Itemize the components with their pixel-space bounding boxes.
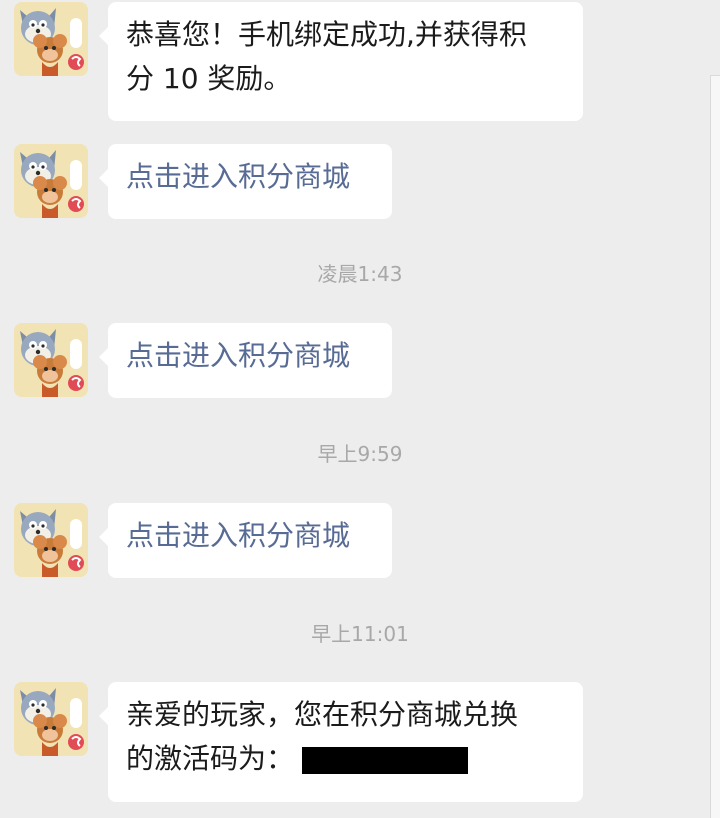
message-text: 亲爱的玩家，您在积分商城兑换	[126, 698, 519, 731]
redacted-activation-code	[302, 746, 469, 774]
message-line-with-code: 的激活码为：	[126, 737, 565, 781]
message-text: 分 10 奖励。	[126, 62, 292, 95]
avatar-icon[interactable]	[14, 144, 88, 218]
timestamp: 凌晨1:43	[317, 262, 403, 286]
integral-mall-link[interactable]: 点击进入积分商城	[99, 144, 392, 219]
message-text: 的激活码为：	[126, 742, 295, 775]
avatar-icon[interactable]	[14, 2, 88, 76]
avatar-icon[interactable]	[14, 682, 88, 756]
link-text: 点击进入积分商城	[126, 519, 351, 552]
message-bubble: 恭喜您！手机绑定成功,并获得积 分 10 奖励。	[99, 2, 583, 121]
link-text: 点击进入积分商城	[126, 160, 351, 193]
message-bubble: 亲爱的玩家，您在积分商城兑换 的激活码为：	[99, 682, 583, 802]
integral-mall-link[interactable]: 点击进入积分商城	[99, 323, 392, 398]
avatar-icon[interactable]	[14, 323, 88, 397]
message-text: 恭喜您！手机绑定成功,并获得积	[126, 18, 527, 51]
timestamp: 早上9:59	[317, 442, 403, 466]
timestamp: 早上11:01	[311, 622, 409, 646]
link-text: 点击进入积分商城	[126, 339, 351, 372]
avatar-icon[interactable]	[14, 503, 88, 577]
integral-mall-link[interactable]: 点击进入积分商城	[99, 503, 392, 578]
